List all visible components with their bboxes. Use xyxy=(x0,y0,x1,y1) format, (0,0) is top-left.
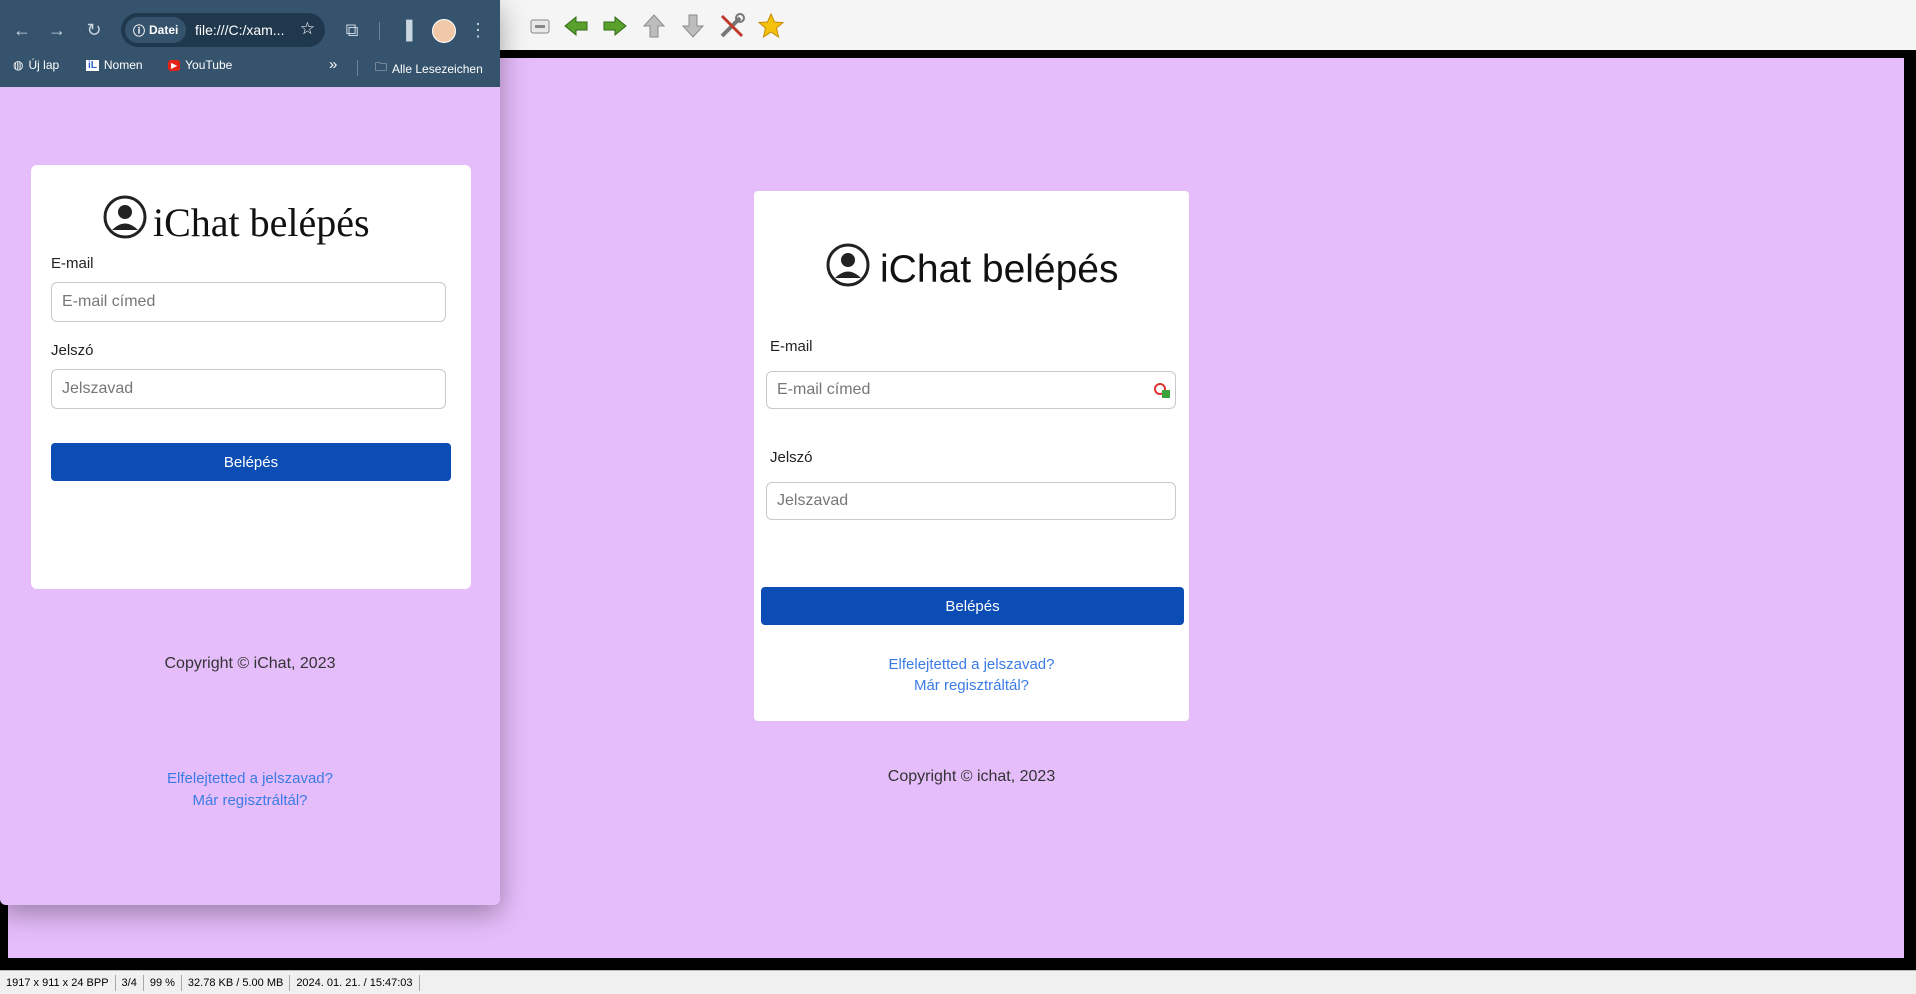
youtube-icon: ▶ xyxy=(168,59,181,71)
password-field[interactable]: Jelszavad xyxy=(766,482,1176,520)
login-title-text: iChat belépés xyxy=(153,199,370,245)
password-field[interactable]: Jelszavad xyxy=(51,369,446,409)
login-button[interactable]: Belépés xyxy=(761,587,1184,625)
login-button[interactable]: Belépés xyxy=(51,443,451,481)
login-title-text: iChat belépés xyxy=(880,248,1119,291)
arrow-up-icon[interactable] xyxy=(640,12,668,40)
site-info-chip[interactable]: ⓘ Datei xyxy=(125,17,187,43)
email-field[interactable]: E-mail címed xyxy=(51,282,446,322)
nomen-icon: iL xyxy=(86,59,99,71)
login-card: iChat belépés E-mail E-mail címed Jelszó… xyxy=(31,165,471,589)
email-label: E-mail xyxy=(770,338,813,355)
browser-chrome: ← → ↻ ⓘ Datei file:///C:/xam... ☆ ⧉ ▐ ⋮ … xyxy=(0,0,500,87)
user-circle-icon xyxy=(826,243,870,297)
status-dimensions: 1917 x 911 x 24 BPP xyxy=(0,974,116,991)
registered-link[interactable]: Már regisztráltál? xyxy=(0,792,500,809)
login-card: iChat belépés E-mail E-mail címed Jelszó… xyxy=(754,191,1189,721)
chrome-icon: ◍ xyxy=(13,58,24,72)
password-label: Jelszó xyxy=(770,449,813,466)
side-panel-icon[interactable]: ▐ xyxy=(394,18,418,42)
forward-icon[interactable]: → xyxy=(45,18,69,42)
arrow-left-icon[interactable] xyxy=(562,12,590,40)
email-field[interactable]: E-mail címed xyxy=(766,371,1176,409)
back-icon[interactable]: ← xyxy=(10,18,34,42)
status-zoom: 99 % xyxy=(144,974,182,991)
email-label: E-mail xyxy=(51,255,94,272)
tools-icon[interactable] xyxy=(718,12,746,40)
bookmarks-overflow-button[interactable]: » xyxy=(329,56,337,73)
forgot-password-link[interactable]: Elfelejtetted a jelszavad? xyxy=(0,770,500,787)
status-datetime: 2024. 01. 21. / 15:47:03 xyxy=(290,974,420,991)
menu-icon[interactable]: ⋮ xyxy=(466,18,490,42)
divider xyxy=(379,22,380,40)
all-bookmarks[interactable]: 🗀 Alle Lesezeichen xyxy=(375,58,483,79)
url-text: file:///C:/xam... xyxy=(195,22,285,38)
copyright-text: Copyright © iChat, 2023 xyxy=(164,655,336,672)
reload-icon[interactable]: ↻ xyxy=(82,18,106,42)
arrow-down-icon[interactable] xyxy=(679,12,707,40)
statusbar: 1917 x 911 x 24 BPP 3/4 99 % 32.78 KB / … xyxy=(0,970,1916,994)
zoom-out-icon[interactable] xyxy=(526,12,554,40)
avatar[interactable] xyxy=(432,19,456,43)
bookmark-new-tab[interactable]: ◍ Új lap xyxy=(13,58,59,72)
login-title: iChat belépés xyxy=(103,195,370,249)
info-icon: ⓘ xyxy=(133,23,146,38)
password-manager-icon[interactable] xyxy=(1153,381,1171,404)
registered-link[interactable]: Már regisztráltál? xyxy=(754,677,1189,694)
user-circle-icon xyxy=(103,195,147,249)
copyright-text: Copyright © ichat, 2023 xyxy=(887,768,1056,785)
star-icon[interactable] xyxy=(757,12,785,40)
bookmark-nomen[interactable]: iL Nomen xyxy=(86,58,143,72)
folder-icon: 🗀 xyxy=(375,60,388,74)
address-bar[interactable]: ⓘ Datei file:///C:/xam... ☆ xyxy=(121,13,325,47)
bookmark-star-icon[interactable]: ☆ xyxy=(300,19,315,39)
browser-window: ← → ↻ ⓘ Datei file:///C:/xam... ☆ ⧉ ▐ ⋮ … xyxy=(0,0,500,905)
extensions-icon[interactable]: ⧉ xyxy=(340,18,364,42)
login-title: iChat belépés xyxy=(826,243,1119,297)
divider xyxy=(357,60,358,76)
bookmark-youtube[interactable]: ▶ YouTube xyxy=(168,58,232,72)
status-index: 3/4 xyxy=(116,974,144,991)
status-filesize: 32.78 KB / 5.00 MB xyxy=(182,974,291,991)
forgot-password-link[interactable]: Elfelejtetted a jelszavad? xyxy=(754,656,1189,673)
password-label: Jelszó xyxy=(51,342,94,359)
arrow-right-icon[interactable] xyxy=(601,12,629,40)
